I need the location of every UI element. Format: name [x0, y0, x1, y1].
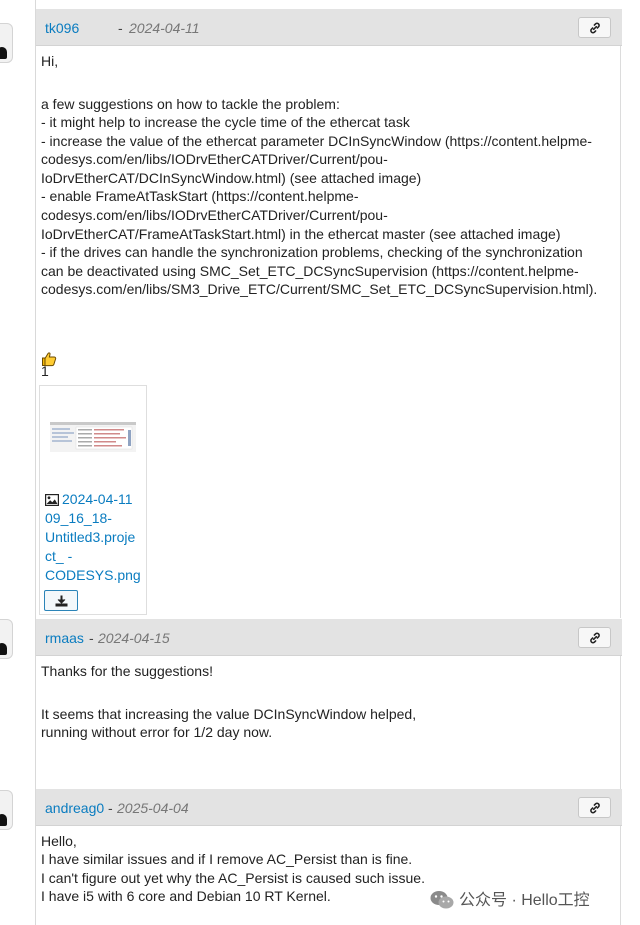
- permalink-button[interactable]: [578, 17, 611, 38]
- post-text-line: can be deactivated using SMC_Set_ETC_DCS…: [41, 263, 579, 279]
- attachment-filename-part: ct_ -: [45, 548, 73, 564]
- post-date: 2024-04-15: [98, 630, 170, 646]
- wechat-icon: [430, 891, 454, 909]
- post-text-line: It seems that increasing the value DCInS…: [41, 706, 417, 722]
- post-header-separator: -: [118, 20, 123, 36]
- post-text-line: I have i5 with 6 core and Debian 10 RT K…: [41, 888, 331, 904]
- post-text-line: Hello,: [41, 833, 77, 849]
- screenshot-thumbnail-image: [50, 422, 136, 452]
- image-icon: [45, 494, 59, 506]
- post-date: 2025-04-04: [117, 800, 189, 816]
- post-text-line: I can't figure out yet why the AC_Persis…: [41, 870, 425, 886]
- post-text-line: Hi,: [41, 53, 59, 69]
- post-body: Hello, I have similar issues and if I re…: [36, 826, 621, 925]
- like-button[interactable]: [36, 344, 57, 367]
- post-date: 2024-04-11: [129, 20, 200, 36]
- post-author-link[interactable]: rmaas: [45, 630, 84, 646]
- post-text-line: - if the drives can handle the synchroni…: [41, 244, 583, 260]
- attachment-thumbnail[interactable]: [42, 388, 144, 484]
- link-icon: [590, 802, 600, 814]
- post-text-line: codesys.com/en/libs/IODrvEtherCATDriver/…: [41, 151, 388, 167]
- post-header: tk096 - 2024-04-11: [36, 9, 622, 46]
- post-text-line: running without error for 1/2 day now.: [41, 724, 273, 740]
- avatar[interactable]: [0, 619, 13, 659]
- like-count: 1: [41, 363, 49, 379]
- post-text-line: IoDrvEtherCAT/FrameAtTaskStart.html) in …: [41, 226, 561, 242]
- post-text-line: Thanks for the suggestions!: [41, 663, 213, 679]
- permalink-button[interactable]: [578, 797, 611, 818]
- link-icon: [590, 632, 600, 644]
- attachment-filename-part: 2024-04-11: [62, 491, 133, 507]
- post-author-link[interactable]: tk096: [45, 20, 79, 36]
- post-body: Hi, a few suggestions on how to tackle t…: [36, 46, 621, 618]
- avatar[interactable]: [0, 790, 13, 830]
- attachment-filename-part: 09_16_18-: [45, 510, 112, 526]
- download-icon: [55, 595, 68, 607]
- post-text-line: I have similar issues and if I remove AC…: [41, 851, 413, 867]
- watermark-text: 公众号 · Hello工控: [459, 892, 590, 909]
- post-text-line: codesys.com/en/libs/SM3_Drive_ETC/Curren…: [41, 281, 598, 297]
- post-author-link[interactable]: andreag0: [45, 800, 104, 816]
- post-text-line: - enable FrameAtTaskStart (https://conte…: [41, 188, 359, 204]
- post-header-separator: -: [108, 800, 113, 816]
- attachment-filename-part: Untitled3.proje: [45, 529, 136, 545]
- download-button[interactable]: [44, 590, 78, 611]
- left-gutter: [0, 0, 35, 925]
- post-body: Thanks for the suggestions! It seems tha…: [36, 656, 621, 789]
- post-text-line: a few suggestions on how to tackle the p…: [41, 96, 340, 112]
- attachment-filename-link[interactable]: 2024-04-11 09_16_18- Untitled3.proje ct_…: [45, 490, 143, 585]
- post-text-line: - increase the value of the ethercat par…: [41, 133, 592, 149]
- post-text-line: codesys.com/en/libs/IODrvEtherCATDriver/…: [41, 207, 388, 223]
- attachment-card: 2024-04-11 09_16_18- Untitled3.proje ct_…: [39, 385, 147, 615]
- post-header: andreag0 - 2025-04-04: [36, 789, 622, 826]
- wechat-watermark: 公众号 · Hello工控: [430, 886, 590, 910]
- post-text-line: IoDrvEtherCAT/DCInSyncWindow.html) (see …: [41, 170, 422, 186]
- permalink-button[interactable]: [578, 627, 611, 648]
- post-header-separator: -: [89, 630, 94, 646]
- link-icon: [590, 22, 600, 34]
- attachment-filename-part: CODESYS.png: [45, 567, 141, 583]
- avatar[interactable]: [0, 23, 13, 63]
- post-header: rmaas - 2024-04-15: [36, 619, 622, 656]
- post-text-line: - it might help to increase the cycle ti…: [41, 114, 410, 130]
